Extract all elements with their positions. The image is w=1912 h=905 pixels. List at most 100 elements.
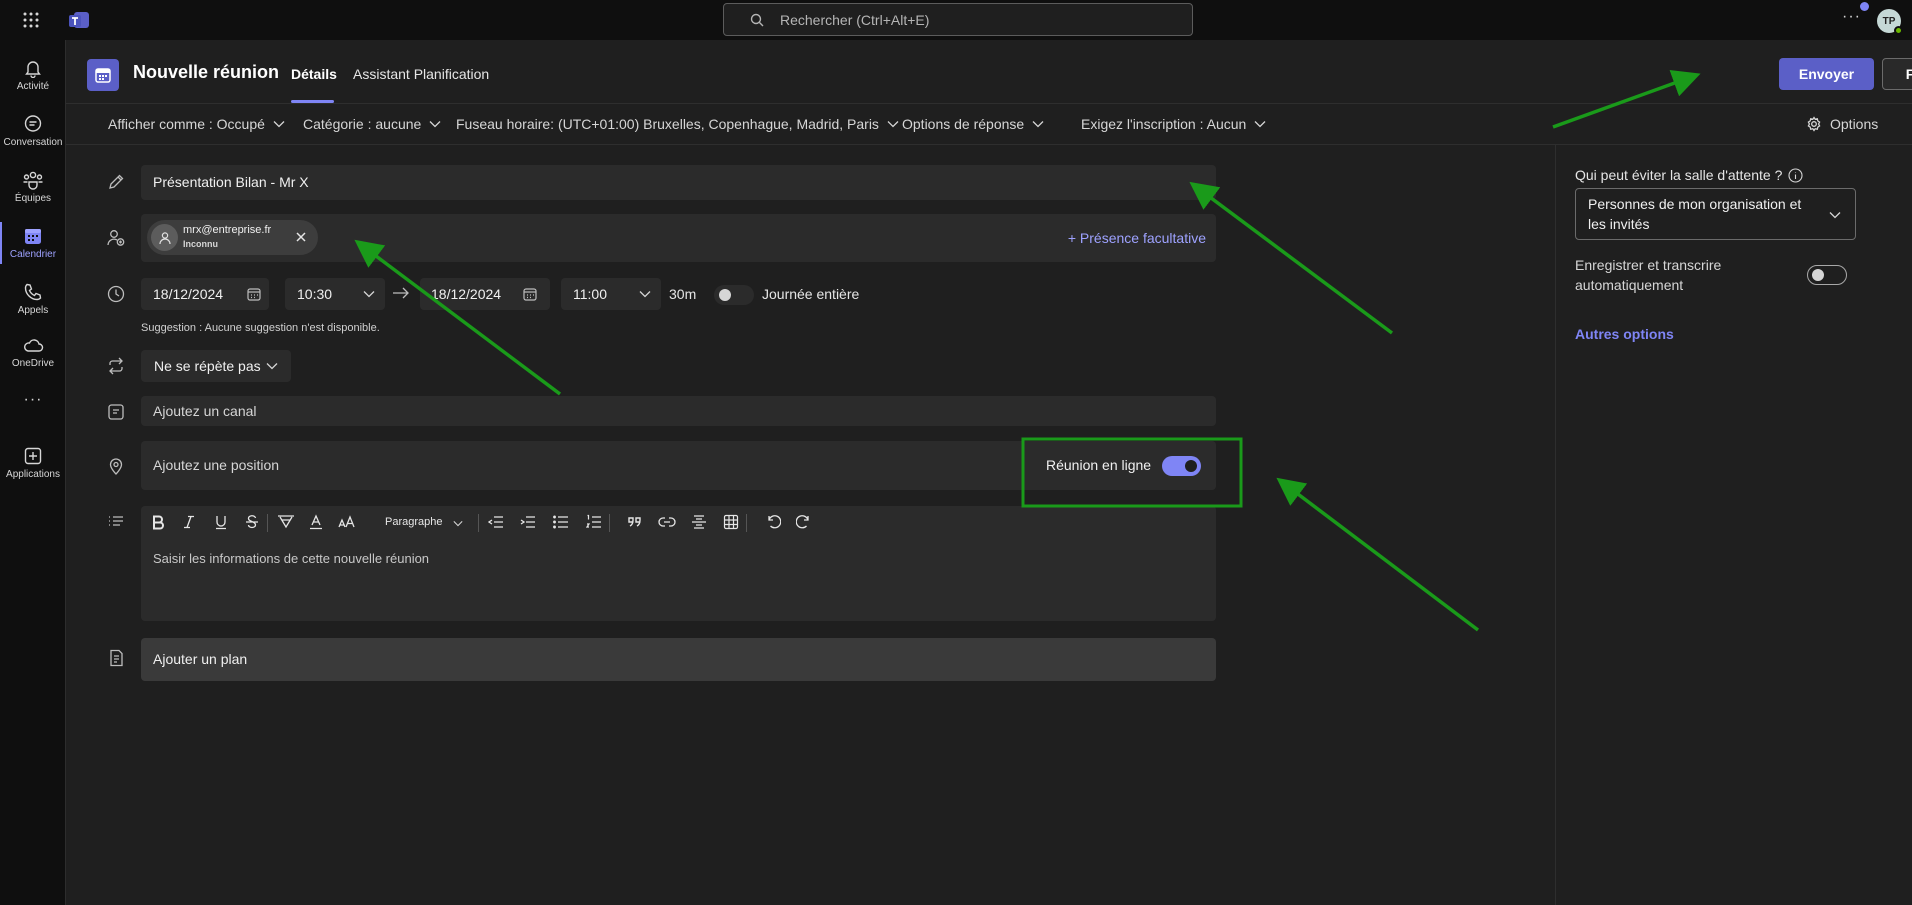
rail-item-onedrive[interactable]: OneDrive [0, 326, 66, 380]
tab-details[interactable]: Détails [291, 66, 337, 82]
rail-item-apps[interactable]: Applications [0, 436, 66, 490]
end-time-value: 11:00 [573, 286, 607, 302]
more-options-link[interactable]: Autres options [1575, 326, 1674, 342]
arrow-to-attendee [354, 239, 562, 396]
redo-icon[interactable] [796, 514, 812, 530]
italic-icon[interactable] [181, 514, 197, 530]
location-placeholder: Ajoutez une position [153, 457, 280, 473]
search-input[interactable]: Rechercher (Ctrl+Alt+E) [723, 3, 1193, 36]
chevron-down-icon [1254, 121, 1266, 128]
all-day-label: Journée entière [762, 286, 860, 302]
undo-icon[interactable] [765, 514, 781, 530]
show-as-dropdown[interactable]: Afficher comme : Occupé [108, 116, 285, 132]
record-transcribe-toggle[interactable] [1807, 265, 1847, 285]
decrease-indent-icon[interactable] [488, 515, 504, 529]
increase-indent-icon[interactable] [520, 515, 536, 529]
attendees-input[interactable]: mrx@entreprise.fr Inconnu + Présence fac… [141, 214, 1216, 262]
lobby-bypass-label: Qui peut éviter la salle d'attente ? [1575, 167, 1803, 183]
paragraph-style-dropdown[interactable]: Paragraphe [385, 516, 443, 528]
person-icon [151, 224, 178, 251]
notification-dot [1860, 2, 1869, 11]
underline-icon[interactable] [213, 514, 229, 530]
toggle-knob [1812, 269, 1824, 281]
avatar[interactable]: TP [1877, 9, 1903, 35]
lobby-bypass-dropdown[interactable]: Personnes de mon organisation et les inv… [1575, 188, 1856, 240]
teams-icon [22, 170, 44, 190]
active-tab-indicator [291, 100, 334, 103]
app-launcher-icon[interactable] [22, 11, 40, 29]
send-button[interactable]: Envoyer [1779, 58, 1874, 90]
channel-placeholder: Ajoutez un canal [153, 403, 257, 419]
start-time-value: 10:30 [297, 286, 333, 302]
response-options-dropdown[interactable]: Options de réponse [902, 116, 1044, 132]
rail-item-chat[interactable]: Conversation [0, 104, 66, 158]
info-icon[interactable] [1788, 167, 1803, 183]
suggestion-text: Suggestion : Aucune suggestion n'est dis… [141, 322, 380, 334]
repeat-dropdown[interactable]: Ne se répète pas [141, 350, 291, 382]
details-editor[interactable]: Paragraphe Saisir les informations de ce… [141, 506, 1216, 621]
timezone-label: Fuseau horaire: (UTC+01:00) Bruxelles, C… [456, 116, 879, 132]
arrow-to-title [1189, 181, 1394, 335]
more-options-icon[interactable]: ··· [1842, 8, 1861, 26]
repeat-icon [106, 356, 126, 376]
numbered-list-icon[interactable] [586, 514, 602, 530]
more-icon: ··· [23, 391, 43, 408]
page-title: Nouvelle réunion [133, 62, 280, 82]
registration-label: Exigez l'inscription : Aucun [1081, 116, 1247, 132]
rail-item-calls[interactable]: Appels [0, 272, 66, 326]
tab-scheduling-assistant[interactable]: Assistant Planification [353, 66, 489, 82]
channel-input[interactable]: Ajoutez un canal [141, 396, 1216, 426]
category-dropdown[interactable]: Catégorie : aucune [303, 116, 441, 132]
rail-label: Équipes [14, 193, 52, 204]
details-placeholder: Saisir les informations de cette nouvell… [153, 551, 430, 566]
chevron-down-icon [1829, 212, 1841, 219]
online-meeting-toggle[interactable] [1162, 456, 1201, 476]
end-time-dropdown[interactable]: 11:00 [561, 278, 661, 310]
bell-icon [23, 58, 43, 78]
text-description-icon [106, 512, 126, 532]
registration-dropdown[interactable]: Exigez l'inscription : Aucun [1081, 116, 1266, 132]
close-button[interactable]: Fermer [1882, 58, 1912, 90]
notes-icon [106, 648, 126, 668]
rail-item-calendar[interactable]: Calendrier [0, 216, 66, 270]
rail-item-more[interactable]: ··· [0, 380, 66, 420]
start-time-dropdown[interactable]: 10:30 [285, 278, 385, 310]
rail-label: Calendrier [9, 249, 57, 260]
chevron-down-icon [1032, 121, 1044, 128]
end-date-picker[interactable]: 18/12/2024 [420, 278, 550, 310]
rail-item-activity[interactable]: Activité [0, 48, 66, 102]
table-icon[interactable] [723, 514, 739, 530]
rail-item-teams[interactable]: Équipes [0, 160, 66, 214]
rail-label: Applications [6, 469, 60, 480]
chevron-down-icon [429, 121, 441, 128]
optional-attendee-link[interactable]: + Présence facultative [1068, 230, 1206, 246]
add-person-icon [106, 228, 126, 248]
font-size-icon[interactable] [338, 514, 356, 530]
chevron-down-icon [363, 291, 375, 298]
all-day-toggle[interactable] [714, 285, 754, 305]
toggle-knob [1185, 460, 1197, 472]
location-input[interactable]: Ajoutez une position Réunion en ligne [141, 441, 1216, 490]
highlight-icon[interactable] [277, 514, 295, 530]
bold-icon[interactable] [150, 514, 166, 530]
options-label: Options [1830, 116, 1879, 132]
attendee-chip[interactable]: mrx@entreprise.fr Inconnu [147, 220, 318, 255]
strikethrough-icon[interactable] [244, 514, 260, 530]
add-agenda-button[interactable]: Ajouter un plan [141, 638, 1216, 681]
title-input[interactable]: Présentation Bilan - Mr X [141, 165, 1216, 200]
add-agenda-label: Ajouter un plan [153, 651, 248, 667]
bullet-list-icon[interactable] [553, 515, 569, 529]
chevron-down-icon [453, 521, 463, 527]
font-color-icon[interactable] [308, 514, 324, 530]
timezone-dropdown[interactable]: Fuseau horaire: (UTC+01:00) Bruxelles, C… [456, 116, 899, 132]
start-date-picker[interactable]: 18/12/2024 [141, 278, 269, 310]
quote-icon[interactable] [628, 516, 642, 528]
arrow-right-icon [392, 286, 410, 300]
end-date-value: 18/12/2024 [431, 286, 502, 302]
remove-attendee-icon[interactable] [295, 231, 307, 243]
link-icon[interactable] [658, 516, 676, 528]
calendar-badge-icon [87, 59, 119, 91]
toolbar-divider [267, 514, 268, 532]
options-button[interactable]: Options [1806, 116, 1878, 132]
horizontal-rule-icon[interactable] [691, 514, 707, 530]
